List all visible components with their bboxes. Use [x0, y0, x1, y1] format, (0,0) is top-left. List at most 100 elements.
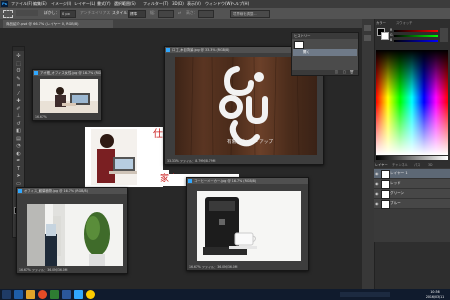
ie-icon[interactable] [14, 290, 23, 299]
height-input[interactable] [198, 10, 214, 18]
quick-select-tool-icon[interactable]: ✎ [15, 76, 22, 82]
clock[interactable]: 10:36 2016/03/11 [423, 289, 447, 300]
visibility-eye-icon[interactable]: ◉ [375, 181, 379, 186]
color-spectrum[interactable] [376, 50, 448, 155]
tab-swatches[interactable]: スウォッチ [396, 20, 412, 26]
flyer-footer: 家事 [139, 170, 178, 186]
document-window-coffee[interactable]: コーヒーメーカー.jpg @ 16.7% (RGB/8) 16.67% ファイル… [186, 177, 309, 271]
canvas-office[interactable] [27, 204, 123, 266]
toolbar-grip[interactable] [13, 47, 24, 51]
visibility-eye-icon[interactable]: ◉ [375, 201, 379, 206]
style-select[interactable]: 標準 [128, 10, 146, 18]
layer-thumbnail [381, 190, 390, 199]
type-tool-icon[interactable]: T [15, 166, 22, 172]
channel-r-slider[interactable] [394, 30, 438, 32]
history-panel-icon[interactable] [364, 25, 371, 31]
history-snapshot-thumb[interactable] [294, 41, 304, 49]
chrome-icon[interactable] [86, 290, 95, 299]
photo-woman-pc [40, 79, 98, 113]
move-tool-icon[interactable]: ✣ [15, 53, 22, 59]
history-state-row[interactable]: 開く [293, 49, 357, 56]
tab-active-document[interactable]: 商品紹介.psd @ 66.7% (レイヤー 0, RGB/8) [3, 20, 113, 28]
word-icon[interactable] [62, 290, 71, 299]
menu-window[interactable]: ウィンドウ(W) [205, 0, 232, 8]
menu-select[interactable]: 選択範囲(S) [114, 0, 136, 8]
brand-text: 有限会社ジー・アップ [227, 140, 273, 145]
width-input[interactable] [158, 10, 174, 18]
tab-color[interactable]: カラー [376, 20, 386, 26]
grayscale-ramp[interactable] [376, 156, 448, 160]
style-value: 標準 [130, 12, 138, 16]
history-panel-header[interactable]: ヒストリー [292, 33, 358, 39]
excel-icon[interactable] [50, 290, 59, 299]
channel-values[interactable] [440, 28, 448, 42]
menu-filter[interactable]: フィルター(T) [143, 0, 168, 8]
gradient-tool-icon[interactable]: ▤ [15, 136, 22, 142]
shape-tool-icon[interactable]: ▭ [15, 181, 22, 187]
clone-stamp-tool-icon[interactable]: ⊥ [15, 113, 22, 119]
path-select-tool-icon[interactable]: ➤ [15, 173, 22, 179]
menu-image[interactable]: イメージ(I) [51, 0, 71, 8]
menu-edit[interactable]: 編集(E) [33, 0, 47, 8]
layer-thumbnail [381, 200, 390, 209]
layer-row-composite[interactable]: ◉ レイヤー 1 [374, 169, 450, 179]
swap-icon[interactable]: ⇄ [178, 10, 181, 16]
antialias-label[interactable]: アンチエイリアス [80, 10, 110, 16]
photoshop-taskbar-icon[interactable] [74, 290, 83, 299]
visibility-eye-icon[interactable]: ◉ [375, 191, 379, 196]
layer-row-blue[interactable]: ◉ ブルー [374, 199, 450, 209]
history-brush-tool-icon[interactable]: ↺ [15, 121, 22, 127]
document-title[interactable]: オフィス_観葉植物.jpg @ 16.7% (RGB/8) [17, 188, 127, 194]
marquee-preset-icon[interactable] [3, 10, 13, 18]
document-window-woman-pc[interactable]: アオ鐙_オフィス女性.jpg @ 16.7% (RGB/8) 16.67% [32, 69, 102, 121]
tab-layers[interactable]: レイヤー [375, 162, 388, 168]
pen-tool-icon[interactable]: ✒ [15, 158, 22, 164]
eyedropper-tool-icon[interactable]: ⁄ [15, 91, 22, 97]
menu-type[interactable]: 書式(Y) [97, 0, 111, 8]
photo-office [27, 204, 123, 266]
trash-icon[interactable]: 🗑 [350, 70, 354, 74]
tab-channels[interactable]: チャンネル [392, 162, 408, 168]
explorer-icon[interactable] [26, 290, 35, 299]
properties-panel-icon[interactable] [364, 35, 371, 41]
menu-file[interactable]: ファイル(F) [11, 0, 32, 8]
menu-3d[interactable]: 3D(D) [172, 0, 184, 8]
eraser-tool-icon[interactable]: ◧ [15, 128, 22, 134]
menu-layer[interactable]: レイヤー(L) [74, 0, 95, 8]
refine-edge-button[interactable]: 境界線を調整... [230, 10, 270, 18]
visibility-eye-icon[interactable]: ◉ [375, 171, 379, 176]
document-title[interactable]: アオ鐙_オフィス女性.jpg @ 16.7% (RGB/8) [33, 70, 101, 76]
layer-row-red[interactable]: ◉ レッド [374, 179, 450, 189]
canvas-coffee[interactable] [197, 191, 301, 261]
system-tray-icons[interactable] [340, 292, 390, 297]
layers-empty-area [374, 209, 450, 242]
new-snapshot-icon[interactable]: ◫ [335, 70, 338, 74]
menu-help[interactable]: ヘルプ(H) [231, 0, 249, 8]
layer-label: グリーン [390, 191, 405, 195]
feather-input[interactable]: 0 px [60, 10, 76, 18]
tab-3d[interactable]: 3D [428, 162, 432, 168]
menu-view[interactable]: 表示(V) [187, 0, 201, 8]
marquee-tool-icon[interactable]: ⬚ [15, 61, 22, 67]
start-button-icon[interactable] [2, 290, 11, 299]
new-document-icon[interactable]: ▢ [343, 70, 346, 74]
channel-b-slider[interactable] [394, 40, 438, 42]
brush-tool-icon[interactable]: ✐ [15, 106, 22, 112]
blur-tool-icon[interactable]: ◔ [15, 143, 22, 149]
dodge-tool-icon[interactable]: ◐ [15, 151, 22, 157]
feather-value: 0 px [62, 12, 70, 16]
document-window-office[interactable]: オフィス_観葉植物.jpg @ 16.7% (RGB/8) 16.67% ファイ… [16, 187, 128, 274]
channel-g-slider[interactable] [394, 35, 438, 37]
layer-row-green[interactable]: ◉ グリーン [374, 189, 450, 199]
crop-tool-icon[interactable]: ⌗ [15, 83, 22, 89]
canvas-woman-pc[interactable] [40, 79, 98, 113]
lasso-tool-icon[interactable]: ʘ [15, 68, 22, 74]
healing-tool-icon[interactable]: ✚ [15, 98, 22, 104]
tab-paths[interactable]: パス [414, 162, 420, 168]
firefox-icon[interactable] [38, 290, 47, 299]
document-icon [188, 179, 192, 183]
tab-history[interactable]: ヒストリー [294, 33, 310, 39]
selection-mode-icons[interactable] [16, 10, 38, 16]
color-bg-swatch[interactable] [381, 32, 389, 40]
document-title[interactable]: コーヒーメーカー.jpg @ 16.7% (RGB/8) [187, 178, 308, 184]
